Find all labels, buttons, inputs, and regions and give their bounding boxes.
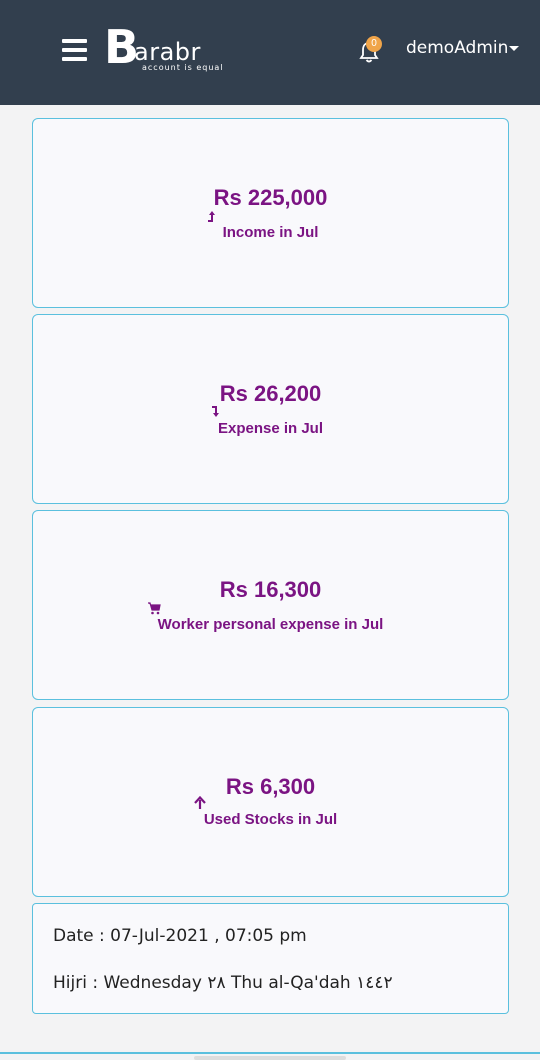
hijri-date-text: Hijri : Wednesday ٢٨ Thu al-Qa'dah ١٤٤٢: [53, 973, 393, 993]
notification-count-badge: 0: [366, 36, 382, 52]
logo-wordmark: arabr: [134, 38, 201, 66]
income-card[interactable]: Rs 225,000 Income in Jul: [32, 118, 509, 308]
used-stocks-card[interactable]: Rs 6,300 Used Stocks in Jul: [32, 707, 509, 897]
home-indicator[interactable]: [194, 1056, 346, 1060]
used-stocks-amount: Rs 6,300: [225, 774, 316, 799]
worker-expense-label: Worker personal expense in Jul: [157, 616, 384, 633]
cart-icon: [148, 602, 161, 615]
income-amount: Rs 225,000: [213, 185, 328, 210]
expense-card[interactable]: Rs 26,200 Expense in Jul: [32, 314, 509, 504]
income-label: Income in Jul: [222, 224, 319, 241]
arrow-up-icon: [194, 796, 206, 809]
bottom-divider: [0, 1052, 540, 1054]
worker-expense-card[interactable]: Rs 16,300 Worker personal expense in Jul: [32, 510, 509, 700]
expense-arrow-icon: [212, 406, 219, 417]
app-logo[interactable]: B arabr account is equal: [104, 24, 224, 76]
date-text: Date : 07-Jul-2021 , 07:05 pm: [53, 926, 307, 946]
date-info-card: Date : 07-Jul-2021 , 07:05 pm Hijri : We…: [32, 903, 509, 1014]
user-menu-button[interactable]: demoAdmin: [406, 38, 508, 58]
used-stocks-label: Used Stocks in Jul: [203, 811, 338, 828]
logo-tagline: account is equal: [142, 63, 224, 72]
expense-amount: Rs 26,200: [219, 381, 322, 406]
income-arrow-icon: [208, 211, 215, 222]
hamburger-menu-icon[interactable]: [62, 39, 87, 61]
expense-label: Expense in Jul: [217, 420, 324, 437]
top-navbar: B arabr account is equal 0 demoAdmin: [0, 0, 540, 105]
worker-expense-amount: Rs 16,300: [219, 577, 322, 602]
chevron-down-icon[interactable]: [509, 46, 519, 51]
